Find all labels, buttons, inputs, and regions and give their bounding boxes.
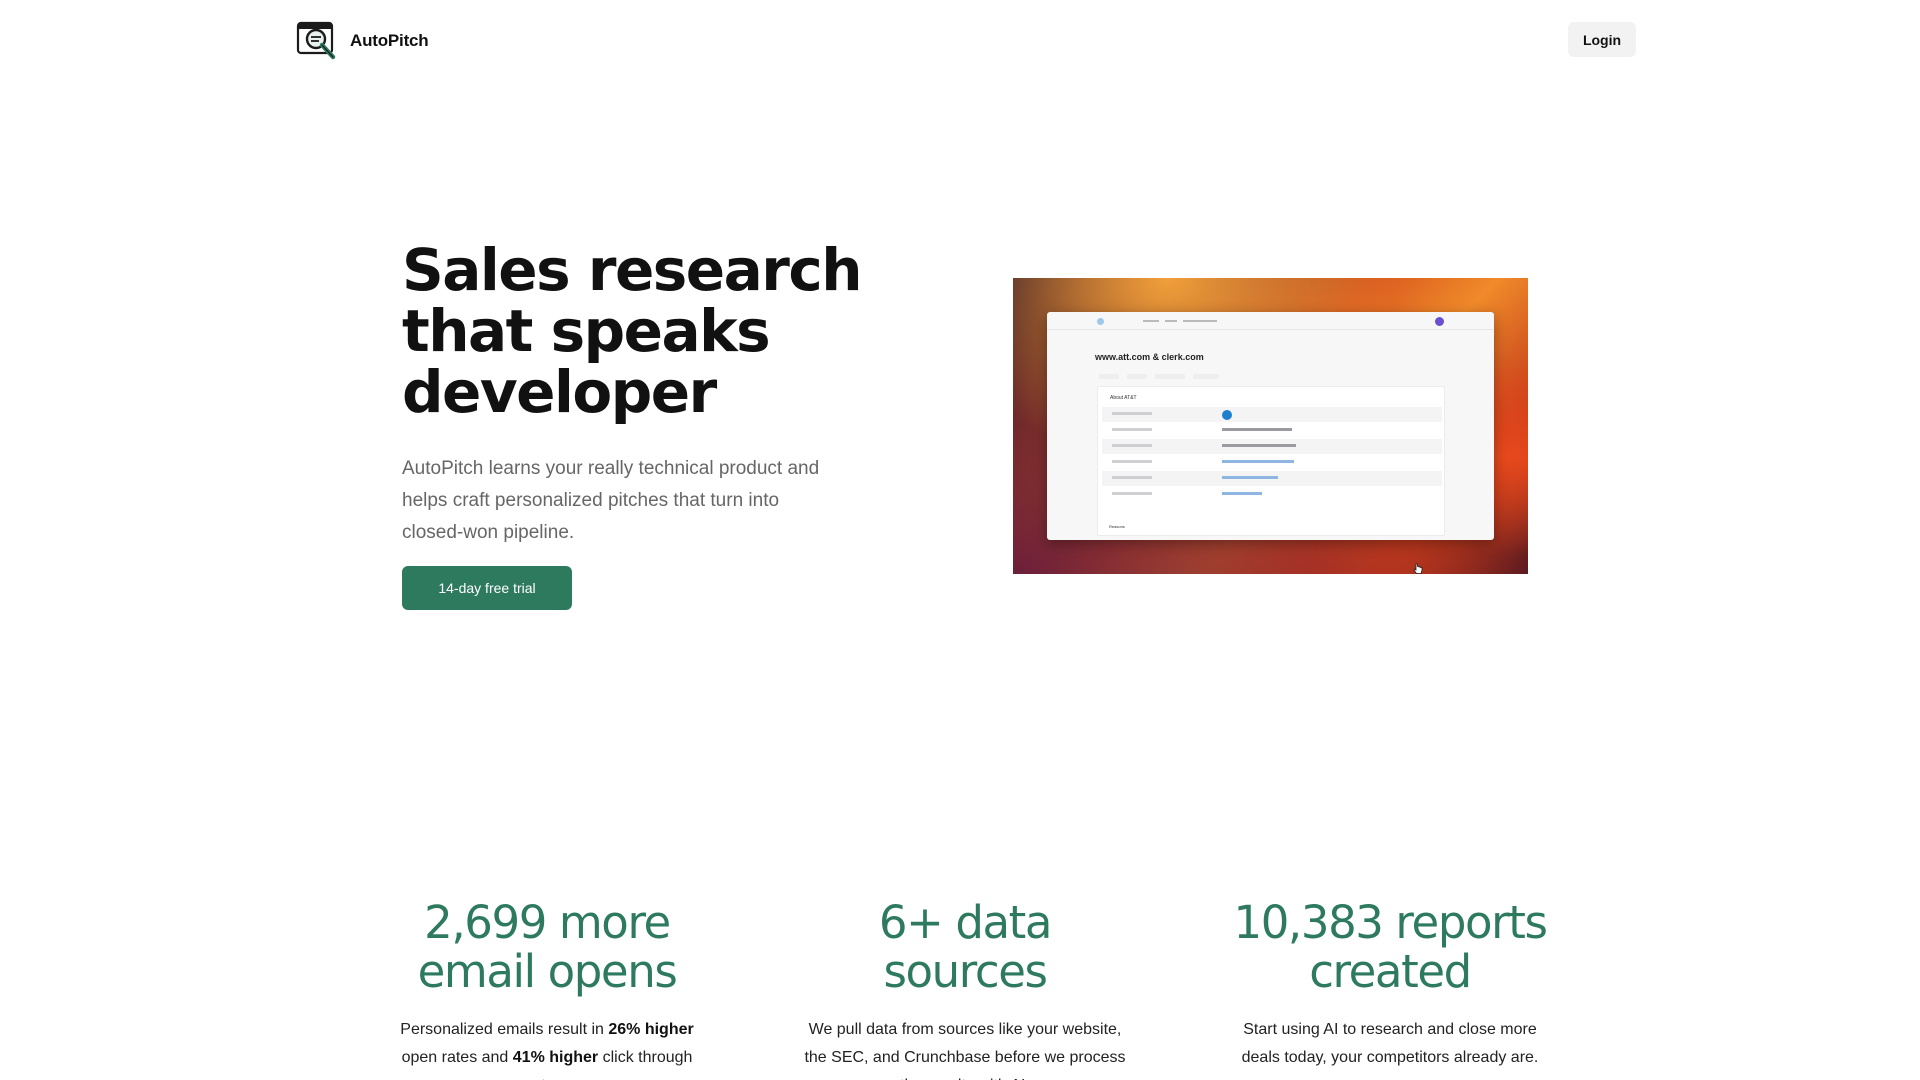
magnifier-logo-icon — [296, 21, 336, 60]
free-trial-button[interactable]: 14-day free trial — [402, 566, 572, 610]
mock-link-value — [1222, 492, 1262, 495]
mock-row — [1102, 487, 1442, 502]
mock-avatar — [1435, 317, 1444, 326]
stat-data-sources: 6+ data sources We pull data from source… — [800, 898, 1130, 1080]
mock-tab — [1155, 374, 1185, 379]
stat-number-line: email opens — [417, 945, 678, 998]
mock-key — [1112, 492, 1152, 495]
hero-title: Sales research that speaks developer — [402, 240, 872, 423]
mock-row — [1102, 455, 1442, 470]
stat-number-line: created — [1309, 945, 1472, 998]
brand-name: AutoPitch — [350, 31, 429, 50]
stat-email-opens: 2,699 more email opens Personalized emai… — [382, 898, 712, 1080]
mock-card-title: About AT&T — [1110, 395, 1137, 401]
mock-tab — [1193, 374, 1219, 379]
mock-row — [1102, 407, 1442, 422]
stat-number-line: 10,383 reports — [1233, 896, 1547, 949]
stat-description: Personalized emails result in 26% higher… — [382, 1016, 712, 1080]
mock-topbar — [1047, 312, 1494, 330]
mock-logo-icon — [1097, 318, 1104, 325]
mock-key — [1112, 444, 1152, 447]
top-nav: AutoPitch Login — [0, 0, 1920, 80]
brand[interactable]: AutoPitch — [296, 20, 429, 62]
hero-title-line: developer — [402, 358, 717, 426]
stat-reports-created: 10,383 reports created Start using AI to… — [1220, 898, 1560, 1072]
mock-row — [1102, 439, 1442, 454]
mock-row — [1102, 471, 1442, 486]
stat-description: We pull data from sources like your webs… — [804, 1021, 1126, 1080]
hero-section: Sales research that speaks developer Aut… — [402, 240, 872, 610]
mock-link-value — [1222, 460, 1294, 463]
app-window-mock: www.att.com & clerk.com About AT&T Reaso… — [1047, 312, 1494, 574]
mock-key — [1112, 476, 1152, 479]
stat-number: 2,699 more email opens — [382, 898, 712, 996]
mock-tab — [1099, 374, 1119, 379]
hero-subtitle: AutoPitch learns your really technical p… — [402, 458, 820, 543]
stat-description: Start using AI to research and close mor… — [1241, 1021, 1539, 1066]
hero-title-line: that speaks — [402, 297, 771, 365]
mock-nav-link — [1183, 320, 1217, 322]
mock-key — [1112, 460, 1152, 463]
stat-text-part: Personalized emails result in — [400, 1021, 609, 1038]
stat-text-part: open rates and — [401, 1049, 513, 1066]
stat-number-line: 2,699 more — [424, 896, 671, 949]
pointer-hand-cursor-icon — [1413, 563, 1423, 574]
mock-tabs — [1099, 374, 1219, 379]
product-screenshot: www.att.com & clerk.com About AT&T Reaso… — [1013, 278, 1528, 574]
stat-number-line: 6+ data — [878, 896, 1053, 949]
mock-about-card: About AT&T — [1097, 386, 1445, 574]
hero-title-line: Sales research — [402, 236, 863, 304]
mock-page-title: www.att.com & clerk.com — [1095, 352, 1204, 362]
mock-nav-link — [1143, 320, 1159, 322]
stat-number: 6+ data sources — [800, 898, 1130, 996]
mock-tab — [1127, 374, 1147, 379]
mock-nav-link — [1165, 320, 1177, 322]
stat-number-line: sources — [883, 945, 1047, 998]
stat-highlight: 26% higher — [608, 1021, 694, 1038]
mock-row — [1102, 423, 1442, 438]
mock-key — [1112, 428, 1152, 431]
stat-highlight: 41% higher — [512, 1049, 599, 1066]
stat-number: 10,383 reports created — [1220, 898, 1560, 996]
mock-company-logo-icon — [1222, 410, 1232, 420]
mock-footer-label: Reasons — [1109, 524, 1125, 529]
mock-value — [1222, 428, 1292, 431]
mock-link-value — [1222, 476, 1278, 479]
mock-key — [1112, 412, 1152, 415]
mock-value — [1222, 444, 1296, 447]
login-button[interactable]: Login — [1568, 22, 1636, 57]
